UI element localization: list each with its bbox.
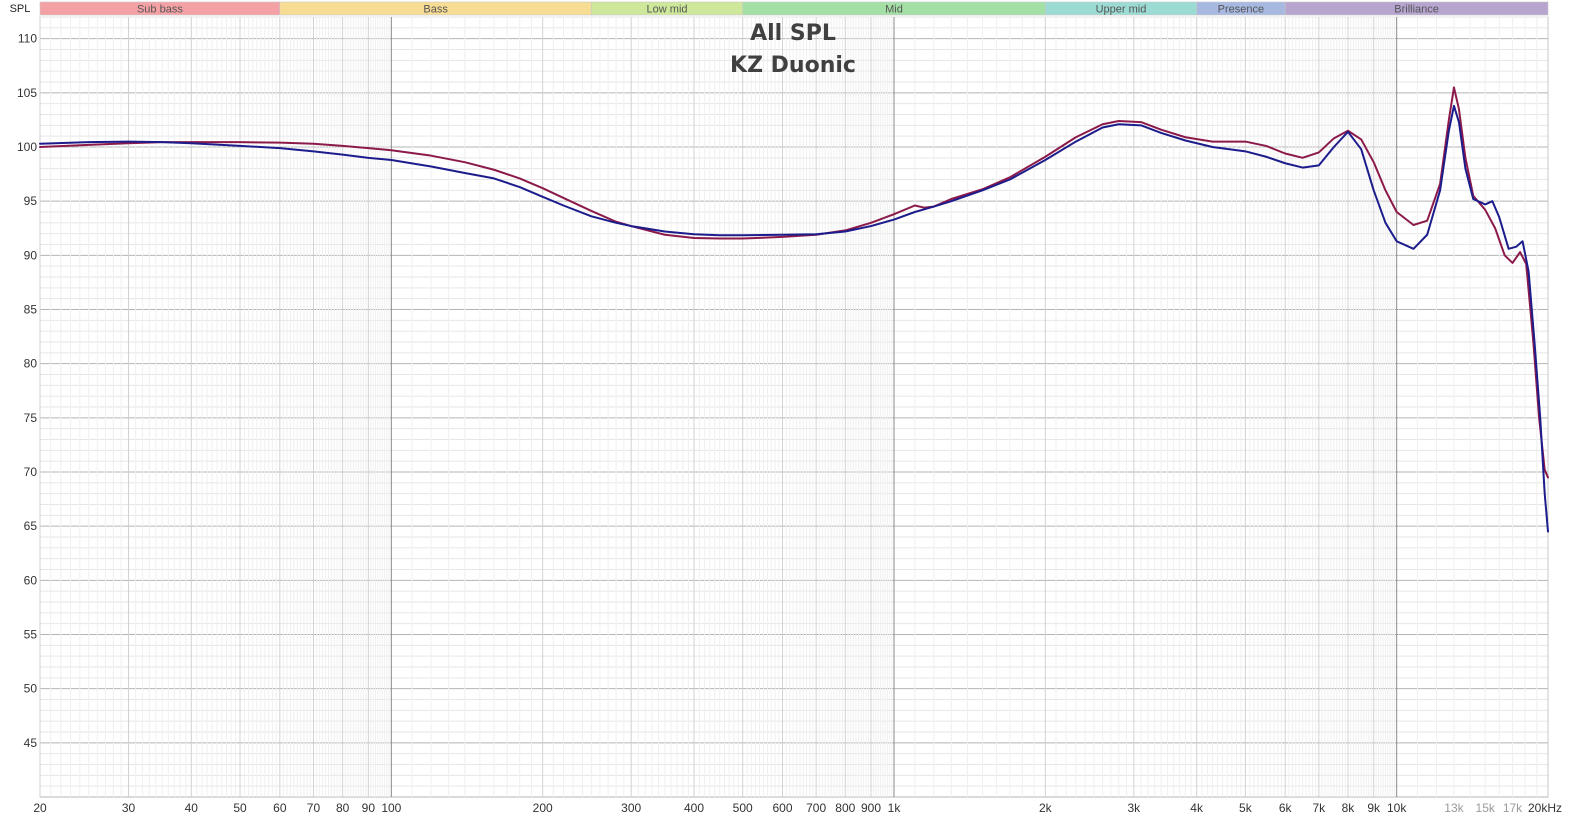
y-tick-label: 65 — [24, 519, 38, 533]
x-tick-label: 100 — [381, 801, 401, 815]
x-tick-label: 17k — [1503, 801, 1523, 815]
chart-title: All SPL — [750, 21, 836, 46]
x-tick-label: 3k — [1128, 801, 1142, 815]
y-tick-label: 110 — [18, 32, 37, 46]
y-tick-label: 50 — [24, 682, 38, 696]
y-tick-label: 70 — [24, 465, 38, 479]
x-tick-label: 300 — [621, 801, 641, 815]
chart-subtitle: KZ Duonic — [730, 53, 856, 78]
x-tick-label: 40 — [185, 801, 199, 815]
band-label-bass: Bass — [423, 4, 448, 16]
x-tick-label: 8k — [1342, 801, 1356, 815]
x-tick-label: 60 — [273, 801, 287, 815]
x-tick-label: 400 — [684, 801, 704, 815]
frequency-response-chart: Sub bass Bass Low mid Mid Upper mid Presence B… — [0, 0, 1590, 831]
x-tick-label: 800 — [835, 801, 855, 815]
x-tick-label: 5k — [1239, 801, 1253, 815]
y-tick-label: 75 — [24, 411, 38, 425]
band-label-mid: Mid — [885, 4, 903, 16]
band-label-low-mid: Low mid — [647, 4, 688, 16]
y-tick-label: 55 — [24, 628, 38, 642]
y-tick-label: 95 — [24, 194, 38, 208]
x-tick-label: 2k — [1039, 801, 1053, 815]
band-label-brilliance: Brilliance — [1394, 4, 1439, 16]
x-tick-label: 600 — [772, 801, 792, 815]
band-label-presence: Presence — [1218, 4, 1264, 16]
x-tick-label: 9k — [1367, 801, 1381, 815]
x-tick-label: 1k — [888, 801, 902, 815]
y-tick-label: 100 — [17, 140, 37, 154]
x-tick-label: 80 — [336, 801, 350, 815]
chart-background — [0, 0, 1590, 831]
x-tick-label: 4k — [1190, 801, 1204, 815]
x-tick-label: 10k — [1387, 801, 1407, 815]
x-tick-label: 700 — [806, 801, 826, 815]
x-tick-label: 15k — [1476, 801, 1496, 815]
y-tick-label: 105 — [17, 86, 37, 100]
x-tick-label: 20kHz — [1528, 801, 1562, 815]
y-tick-label: 80 — [24, 357, 38, 371]
band-label-upper-mid: Upper mid — [1096, 4, 1147, 16]
x-tick-label: 13k — [1444, 801, 1464, 815]
y-tick-label: 45 — [24, 736, 38, 750]
x-tick-label: 900 — [861, 801, 881, 815]
x-tick-label: 90 — [362, 801, 376, 815]
x-tick-label: 50 — [233, 801, 247, 815]
x-tick-label: 30 — [122, 801, 136, 815]
x-tick-label: 200 — [533, 801, 553, 815]
x-tick-label: 20 — [33, 801, 47, 815]
x-tick-label: 70 — [307, 801, 321, 815]
y-tick-label: 85 — [24, 303, 38, 317]
frequency-band-bar: Sub bass Bass Low mid Mid Upper mid Presence B… — [39, 1, 1549, 16]
x-tick-label: 7k — [1312, 801, 1326, 815]
y-axis-title: SPL — [10, 3, 31, 15]
x-tick-label: 500 — [733, 801, 753, 815]
y-tick-label: 90 — [24, 248, 38, 262]
y-tick-label: 60 — [24, 573, 38, 587]
band-label-sub-bass: Sub bass — [137, 4, 183, 16]
x-tick-label: 6k — [1279, 801, 1293, 815]
